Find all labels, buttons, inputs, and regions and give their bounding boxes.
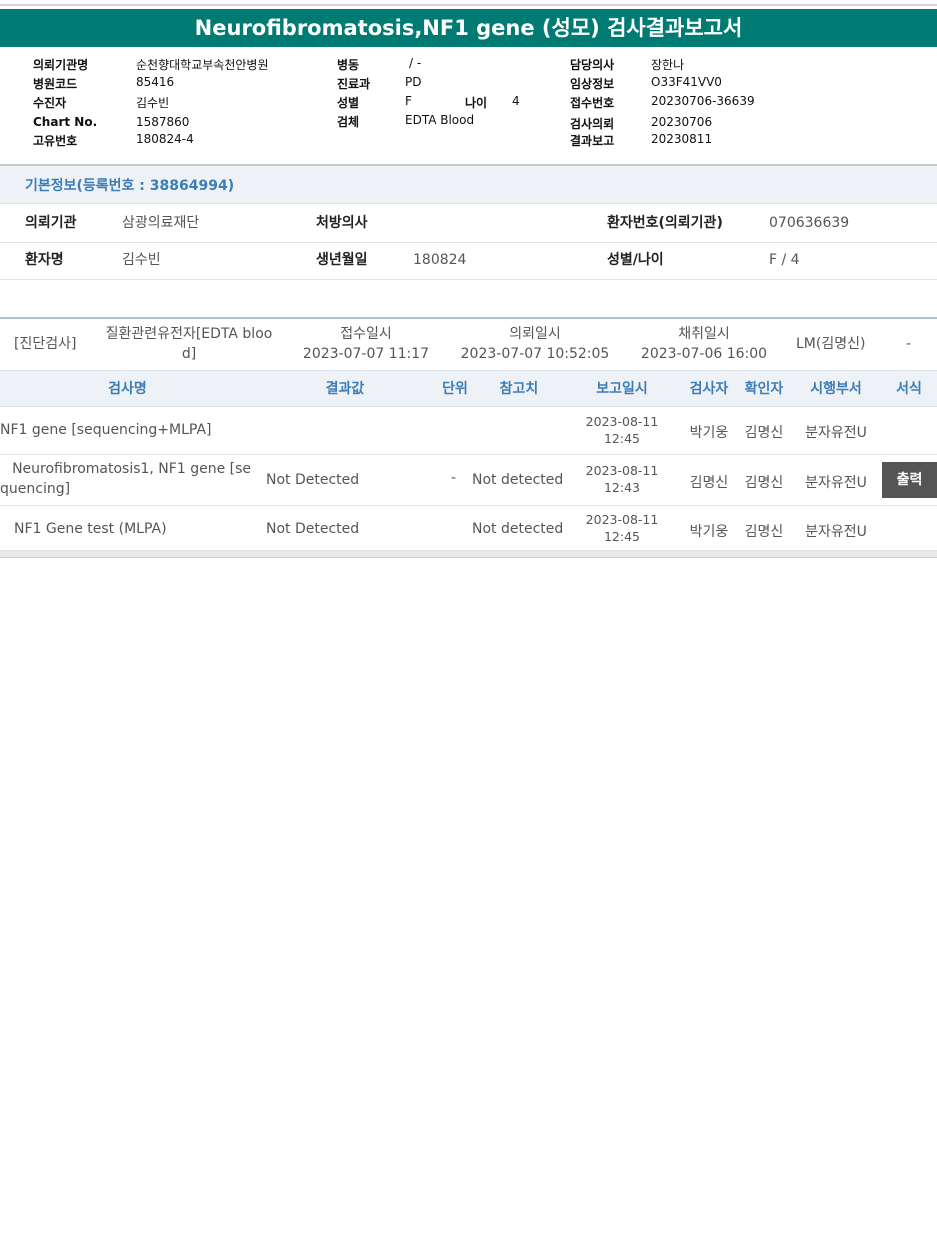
unique-no-value: 180824-4 [136, 132, 194, 146]
chart-no-value: 1587860 [136, 115, 190, 129]
sex-label: 성별 [337, 96, 360, 110]
basic-info-title: 기본정보(등록번호 : 38864994) [0, 166, 937, 204]
patient-no-label: 환자번호(의뢰기관) [607, 215, 723, 231]
sex-value: F [405, 94, 412, 108]
header-reference: 참고치 [499, 381, 539, 397]
institution-label: 의뢰기관명 [33, 58, 89, 72]
row-confirmer: 김명신 [744, 475, 784, 491]
header-test-name: 검사명 [108, 381, 147, 397]
institution-value: 순천향대학교부속천안병원 [136, 58, 269, 72]
collect-time-value: 2023-07-06 16:00 [640, 346, 768, 362]
clinical-info-value: O33F41VV0 [651, 75, 722, 89]
birth-label: 생년월일 [316, 252, 368, 268]
birth-value: 180824 [413, 252, 467, 268]
request-label: 검사의뢰 [570, 117, 615, 131]
row-report-time: 12:43 [603, 480, 641, 495]
test-name-line1: 질환관련유전자[EDTA bloo [105, 326, 273, 342]
request-time-value: 2023-07-07 10:52:05 [460, 346, 610, 362]
row-report-time: 12:45 [603, 431, 641, 446]
row-department: 분자유전U [805, 475, 867, 491]
row-result: Not Detected [266, 521, 360, 537]
examinee-value: 김수빈 [136, 96, 170, 110]
receipt-time-label: 접수일시 [340, 326, 392, 342]
row-reference: Not detected [472, 472, 564, 488]
row-department: 분자유전U [805, 524, 867, 540]
specimen-label: 검체 [337, 115, 360, 129]
table-bottom-border [0, 551, 937, 558]
row-report-time: 12:45 [603, 529, 641, 544]
row-tester: 박기웅 [689, 425, 729, 441]
age-value: 4 [512, 94, 520, 108]
age-label: 나이 [465, 96, 488, 110]
basic-info-row-1: 의뢰기관 삼광의료재단 처방의사 환자번호(의뢰기관) 070636639 [0, 205, 937, 243]
hospital-code-value: 85416 [136, 75, 175, 89]
referral-label: 의뢰기관 [25, 215, 77, 231]
table-row: NF1 gene [sequencing+MLPA] 2023-08-11 12… [0, 407, 937, 455]
row-test-name: NF1 Gene test (MLPA) [14, 521, 167, 537]
row-confirmer: 김명신 [744, 524, 784, 540]
header-unit: 단위 [442, 381, 468, 397]
specimen-value: EDTA Blood [405, 113, 475, 127]
row-department: 분자유전U [805, 425, 867, 441]
test-name-line2: d] [181, 346, 197, 362]
receipt-no-value: 20230706-36639 [651, 94, 755, 108]
request-value: 20230706 [651, 115, 713, 129]
row-confirmer: 김명신 [744, 425, 784, 441]
table-row: NF1 Gene test (MLPA) Not Detected Not de… [0, 506, 937, 551]
header-result: 결과값 [325, 381, 365, 397]
referral-value: 삼광의료재단 [122, 215, 200, 231]
top-border [0, 4, 937, 6]
header-report-date: 보고일시 [596, 381, 648, 397]
row-reference: Not detected [472, 521, 564, 537]
sex-age-value: F / 4 [769, 252, 800, 268]
lab-name: LM(김명신) [796, 336, 866, 352]
divider [0, 317, 937, 319]
header-department: 시행부서 [810, 381, 862, 397]
ward-label: 병동 [337, 58, 360, 72]
row-report-date: 2023-08-11 [585, 512, 659, 527]
department-label: 진료과 [337, 77, 371, 91]
row-test-name: NF1 gene [sequencing+MLPA] [0, 422, 212, 438]
report-title: Neurofibromatosis,NF1 gene (성모) 검사결과보고서 [0, 9, 937, 47]
row-report-date: 2023-08-11 [585, 463, 659, 478]
patient-name-value: 김수빈 [122, 252, 161, 268]
row-report-date: 2023-08-11 [585, 414, 659, 429]
results-table-header: 검사명 결과값 단위 참고치 보고일시 검사자 확인자 시행부서 서식 [0, 370, 937, 407]
basic-info-row-2: 환자명 김수빈 생년월일 180824 성별/나이 F / 4 [0, 242, 937, 280]
prescriber-label: 처방의사 [316, 215, 368, 231]
request-time-label: 의뢰일시 [509, 326, 561, 342]
header-confirmer: 확인자 [744, 381, 784, 397]
row-tester: 박기웅 [689, 524, 729, 540]
test-category: [진단검사] [14, 336, 77, 352]
result-report-label: 결과보고 [570, 134, 615, 148]
header-form: 서식 [896, 381, 922, 397]
print-button[interactable]: 출력 [882, 462, 937, 498]
department-value: PD [405, 75, 422, 89]
sex-age-label: 성별/나이 [607, 252, 664, 268]
ward-value: / - [409, 56, 422, 70]
clinical-info-label: 임상정보 [570, 77, 615, 91]
patient-name-label: 환자명 [25, 252, 64, 268]
row-test-name-line2: quencing] [0, 481, 71, 497]
unique-no-label: 고유번호 [33, 134, 78, 148]
chart-no-label: Chart No. [33, 115, 98, 129]
result-report-value: 20230811 [651, 132, 713, 146]
row-test-name-line1: Neurofibromatosis1, NF1 gene [se [12, 461, 251, 477]
row-unit: - [451, 470, 457, 486]
examinee-label: 수진자 [33, 96, 67, 110]
row-result: Not Detected [266, 472, 360, 488]
doctor-label: 담당의사 [570, 58, 615, 72]
collect-time-label: 채취일시 [678, 326, 730, 342]
patient-no-value: 070636639 [769, 215, 850, 231]
receipt-no-label: 접수번호 [570, 96, 615, 110]
receipt-time-value: 2023-07-07 11:17 [302, 346, 430, 362]
header-tester: 검사자 [689, 381, 729, 397]
hospital-code-label: 병원코드 [33, 77, 78, 91]
table-row: Neurofibromatosis1, NF1 gene [se quencin… [0, 455, 937, 506]
basic-info-title-text: 기본정보(등록번호 : 38864994) [25, 178, 235, 194]
doctor-value: 장한나 [651, 58, 685, 72]
summary-extra: - [906, 336, 912, 352]
row-tester: 김명신 [689, 475, 729, 491]
